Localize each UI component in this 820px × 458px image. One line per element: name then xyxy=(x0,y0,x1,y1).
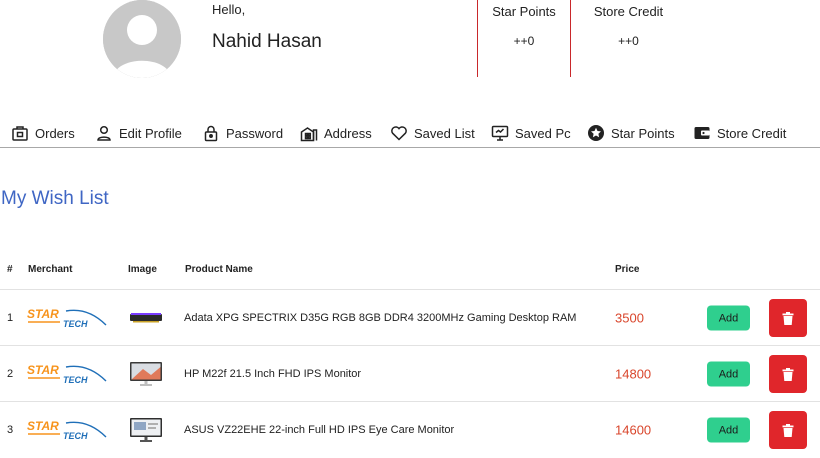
tab-orders[interactable]: Orders xyxy=(11,123,75,143)
svg-text:STAR: STAR xyxy=(27,307,59,321)
tab-address-label: Address xyxy=(324,125,372,141)
trash-icon xyxy=(782,311,794,325)
svg-text:TECH: TECH xyxy=(63,431,88,441)
add-to-cart-button[interactable]: Add xyxy=(707,361,750,387)
building-icon xyxy=(300,127,318,142)
table-row: 1 STAR TECH Adata XPG SPECTRIX D35G RGB … xyxy=(0,289,820,346)
tab-saved-list-label: Saved List xyxy=(414,125,475,141)
add-to-cart-button[interactable]: Add xyxy=(707,417,750,443)
tab-edit-profile-label: Edit Profile xyxy=(119,125,182,141)
delete-button[interactable] xyxy=(769,355,807,393)
user-name: Nahid Hasan xyxy=(212,31,322,52)
tab-address[interactable]: Address xyxy=(300,123,372,143)
star-tech-logo-icon: STAR TECH xyxy=(27,363,107,385)
column-header-index: # xyxy=(7,264,13,275)
product-image[interactable] xyxy=(129,305,163,331)
ram-icon xyxy=(130,313,162,323)
tab-star-points-label: Star Points xyxy=(611,125,675,141)
merchant-logo: STAR TECH xyxy=(26,363,108,385)
tab-password[interactable]: Password xyxy=(202,123,283,143)
greeting-text: Hello, xyxy=(212,2,246,17)
trash-icon xyxy=(782,423,794,437)
monitor-icon xyxy=(491,125,509,141)
column-header-price: Price xyxy=(615,264,640,275)
user-icon xyxy=(97,125,111,141)
row-index: 1 xyxy=(7,312,14,324)
table-row: 2 STAR TECH HP M22f 21.5 Inch FHD IPS Mo… xyxy=(0,345,820,402)
lock-icon xyxy=(204,125,218,142)
product-image[interactable] xyxy=(129,417,163,443)
wallet-icon xyxy=(694,127,710,139)
row-index: 3 xyxy=(7,424,14,436)
tab-orders-label: Orders xyxy=(35,125,75,141)
user-avatar-icon xyxy=(103,0,181,78)
svg-text:STAR: STAR xyxy=(27,363,59,377)
star-tech-logo-icon: STAR TECH xyxy=(27,419,107,441)
row-index: 2 xyxy=(7,368,14,380)
svg-text:STAR: STAR xyxy=(27,419,59,433)
trash-icon xyxy=(782,367,794,381)
star-points-title: Star Points xyxy=(492,4,556,19)
store-credit-title: Store Credit xyxy=(593,4,664,19)
store-credit-value: ++0 xyxy=(618,34,639,48)
column-header-image: Image xyxy=(128,264,157,275)
tab-store-credit[interactable]: Store Credit xyxy=(693,123,786,143)
tab-edit-profile[interactable]: Edit Profile xyxy=(95,123,182,143)
product-price: 14600 xyxy=(615,422,652,438)
svg-text:TECH: TECH xyxy=(63,319,88,329)
svg-text:TECH: TECH xyxy=(63,375,88,385)
table-row: 3 STAR TECH ASUS VZ22EHE 22-inch Full HD… xyxy=(0,401,820,458)
delete-button[interactable] xyxy=(769,299,807,337)
account-tab-bar: Orders Edit Profile Password Address Sav… xyxy=(0,118,820,148)
product-price: 3500 xyxy=(615,310,644,326)
avatar xyxy=(103,0,181,78)
monitor-icon xyxy=(130,418,162,442)
merchant-logo: STAR TECH xyxy=(26,307,108,329)
product-name[interactable]: HP M22f 21.5 Inch FHD IPS Monitor xyxy=(184,368,361,380)
monitor-icon xyxy=(130,362,162,386)
product-name[interactable]: Adata XPG SPECTRIX D35G RGB 8GB DDR4 320… xyxy=(184,312,576,324)
tab-saved-pc[interactable]: Saved Pc xyxy=(491,123,571,143)
tab-password-label: Password xyxy=(226,125,284,141)
star-points-value: ++0 xyxy=(513,34,535,48)
tab-star-points[interactable]: Star Points xyxy=(587,123,675,143)
product-image[interactable] xyxy=(129,361,163,387)
merchant-logo: STAR TECH xyxy=(26,419,108,441)
add-to-cart-button[interactable]: Add xyxy=(707,305,750,331)
delete-button[interactable] xyxy=(769,411,807,449)
column-header-product-name: Product Name xyxy=(185,264,253,275)
page-title: My Wish List xyxy=(1,188,109,209)
orders-icon xyxy=(12,126,28,141)
tab-saved-list[interactable]: Saved List xyxy=(390,123,475,143)
column-header-merchant: Merchant xyxy=(28,264,73,275)
tab-store-credit-label: Store Credit xyxy=(717,125,787,141)
tab-saved-pc-label: Saved Pc xyxy=(515,125,571,141)
star-tech-logo-icon: STAR TECH xyxy=(27,307,107,329)
product-price: 14800 xyxy=(615,366,652,382)
product-name[interactable]: ASUS VZ22EHE 22-inch Full HD IPS Eye Car… xyxy=(184,424,454,436)
star-icon xyxy=(588,125,604,141)
heart-icon xyxy=(391,126,407,141)
